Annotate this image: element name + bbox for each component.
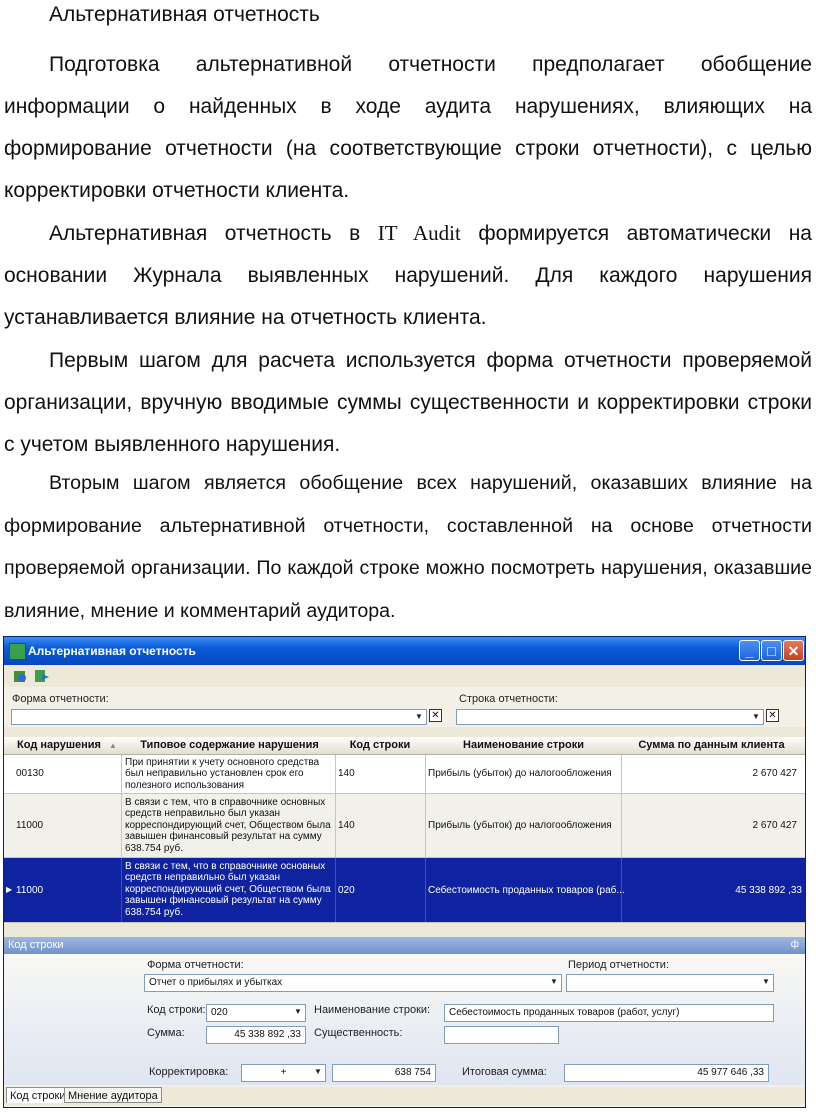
- cell-code: 00130: [16, 768, 44, 779]
- table-row[interactable]: 11000 В связи с тем, что в справочнике о…: [4, 794, 805, 858]
- cell-code: 11000: [16, 820, 44, 831]
- toolbar: [4, 665, 805, 688]
- detail-panel-body: Форма отчетности: Отчет о прибылях и убы…: [4, 954, 805, 1085]
- chevron-down-icon[interactable]: ▼: [311, 1065, 325, 1079]
- tab-auditor-opinion[interactable]: Мнение аудитора: [64, 1087, 162, 1103]
- row-pointer-icon: ▶: [6, 885, 13, 894]
- panel-code-label: Код строки:: [147, 1004, 206, 1016]
- chevron-down-icon[interactable]: ▼: [412, 710, 426, 724]
- chevron-down-icon[interactable]: ▼: [759, 975, 773, 989]
- app-icon: [9, 643, 26, 660]
- panel-sum-label: Сумма:: [147, 1027, 185, 1039]
- app-window: Альтернативная отчетность _ □ ✕ Форма от…: [3, 636, 806, 1108]
- paragraph-2-a: Альтернативная отчетность в: [49, 222, 378, 245]
- filter-bar: Форма отчетности: ▼ ✕ Строка отчетности:…: [4, 687, 805, 727]
- panel-tabs: Код строки Мнение аудитора: [4, 1087, 805, 1105]
- refresh-icon[interactable]: [12, 668, 28, 684]
- panel-adjust-label: Корректировка:: [149, 1066, 229, 1078]
- panel-period-label: Период отчетности:: [568, 959, 670, 971]
- paragraph-2: Альтернативная отчетность в IT Audit фор…: [4, 212, 812, 339]
- cell-content: В связи с тем, что в справочнике основны…: [125, 861, 331, 918]
- detail-panel-title: Код строки: [8, 939, 64, 951]
- panel-form-value: Отчет о прибылях и убытках: [149, 977, 283, 988]
- panel-name-label: Наименование строки:: [314, 1004, 431, 1016]
- table-row[interactable]: 00130 При принятии к учету основного сре…: [4, 755, 805, 794]
- panel-total-field[interactable]: 45 977 646 ,33: [564, 1064, 769, 1082]
- window-titlebar[interactable]: Альтернативная отчетность _ □ ✕: [4, 637, 805, 665]
- clear-row-filter-icon[interactable]: ✕: [766, 709, 779, 722]
- form-filter-label: Форма отчетности:: [12, 693, 109, 705]
- minimize-button[interactable]: _: [739, 640, 760, 661]
- panel-form-label: Форма отчетности:: [147, 959, 244, 971]
- col-header-line-code[interactable]: Код строки: [340, 739, 420, 751]
- paragraph-4: Вторым шагом является обобщение всех нар…: [4, 472, 812, 622]
- cell-amount: 45 338 892 ,33: [735, 885, 802, 896]
- panel-code-select[interactable]: 020 ▼: [206, 1004, 306, 1022]
- close-button[interactable]: ✕: [783, 640, 804, 661]
- panel-code-value: 020: [211, 1007, 228, 1018]
- panel-total-label: Итоговая сумма:: [462, 1066, 547, 1078]
- panel-form-select[interactable]: Отчет о прибылях и убытках ▼: [144, 974, 562, 992]
- cell-line-name: Себестоимость проданных товаров (раб...: [428, 885, 625, 896]
- cell-content: При принятии к учету основного средства …: [125, 757, 320, 791]
- pin-icon[interactable]: ф: [791, 939, 799, 950]
- col-header-line-name[interactable]: Наименование строки: [426, 739, 621, 751]
- page-heading: Альтернативная отчетность: [49, 3, 320, 26]
- paragraph-1: Подготовка альтернативной отчетности пре…: [4, 53, 812, 202]
- grid-header: Код нарушения ▲ Типовое содержание наруш…: [4, 737, 805, 755]
- tab-line-code[interactable]: Код строки: [6, 1087, 70, 1103]
- chevron-down-icon[interactable]: ▼: [291, 1005, 305, 1019]
- window-title: Альтернативная отчетность: [28, 644, 196, 658]
- cell-line-name: Прибыль (убыток) до налогообложения: [428, 768, 612, 779]
- panel-materiality-label: Существенность:: [314, 1027, 403, 1039]
- cell-amount: 2 670 427: [752, 768, 798, 779]
- export-icon[interactable]: [34, 668, 50, 684]
- paragraph-3: Первым шагом для расчета используется фо…: [4, 349, 812, 456]
- detail-panel-header: Код строки ф: [4, 937, 805, 954]
- sort-icon[interactable]: ▲: [109, 741, 117, 750]
- cell-line-code: 140: [338, 768, 355, 779]
- col-header-code[interactable]: Код нарушения: [14, 739, 104, 751]
- chevron-down-icon[interactable]: ▼: [749, 710, 763, 724]
- cell-line-name: Прибыль (убыток) до налогообложения: [428, 820, 612, 831]
- row-filter-select[interactable]: ▼: [456, 709, 764, 725]
- panel-name-field[interactable]: Себестоимость проданных товаров (работ, …: [444, 1004, 774, 1022]
- panel-adjust-field[interactable]: 638 754: [332, 1064, 436, 1082]
- detail-panel: Код строки ф Форма отчетности: Отчет о п…: [4, 937, 805, 1107]
- cell-line-code: 020: [338, 885, 355, 896]
- cell-line-code: 140: [338, 820, 355, 831]
- maximize-button[interactable]: □: [761, 640, 782, 661]
- cell-content: В связи с тем, что в справочнике основны…: [125, 797, 331, 854]
- cell-amount: 2 670 427: [752, 820, 798, 831]
- table-row-selected[interactable]: ▶ 11000 В связи с тем, что в справочнике…: [4, 858, 805, 923]
- paragraph-2-it: IT Audit: [377, 221, 461, 245]
- panel-adjust-sign: +: [280, 1067, 287, 1078]
- row-filter-label: Строка отчетности:: [459, 693, 558, 705]
- panel-period-select[interactable]: ▼: [566, 974, 774, 992]
- cell-code: 11000: [16, 885, 44, 896]
- chevron-down-icon[interactable]: ▼: [547, 975, 561, 989]
- form-filter-select[interactable]: ▼: [11, 709, 427, 725]
- panel-materiality-field[interactable]: [444, 1026, 559, 1044]
- panel-sum-field[interactable]: 45 338 892 ,33: [206, 1026, 306, 1044]
- panel-adjust-sign-select[interactable]: + ▼: [241, 1064, 326, 1082]
- clear-form-filter-icon[interactable]: ✕: [429, 709, 442, 722]
- col-header-content[interactable]: Типовое содержание нарушения: [122, 739, 337, 751]
- col-header-amount[interactable]: Сумма по данным клиента: [624, 739, 799, 751]
